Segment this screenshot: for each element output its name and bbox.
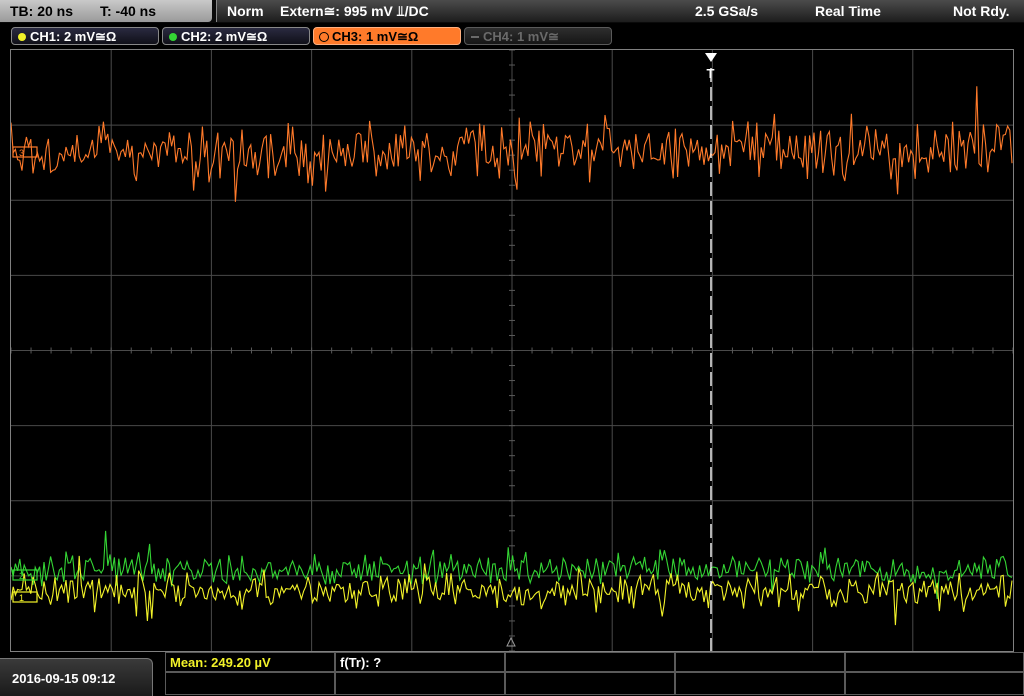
measurement-cell-empty[interactable] bbox=[505, 672, 675, 695]
waveform-display[interactable]: 3 2 1 T bbox=[10, 49, 1014, 652]
trigger-source-label[interactable]: Extern≅: 995 mV ⫫/DC bbox=[280, 3, 429, 20]
acquisition-mode-label[interactable]: Real Time bbox=[815, 3, 881, 19]
ch2-marker-text: 2 bbox=[19, 571, 24, 581]
tab-ch1[interactable]: CH1: 2 mV≅Ω bbox=[11, 27, 159, 45]
acquisition-status-label: Not Rdy. bbox=[953, 3, 1010, 19]
measurement-cell-mean[interactable]: Mean: 249.20 µV bbox=[165, 652, 335, 672]
ch1-marker-text: 1 bbox=[19, 593, 24, 603]
mean-measurement: Mean: 249.20 µV bbox=[170, 655, 271, 670]
frequency-measurement: f(Tr): ? bbox=[340, 655, 382, 670]
trigger-mode-label[interactable]: Norm bbox=[227, 3, 264, 19]
horizontal-reference-icon bbox=[506, 636, 516, 647]
ch4-label: CH4: 1 mV≅ bbox=[483, 29, 559, 44]
tab-ch2[interactable]: CH2: 2 mV≅Ω bbox=[162, 27, 310, 45]
ch2-label: CH2: 2 mV≅Ω bbox=[181, 29, 268, 44]
datetime-label: 2016-09-15 09:12 bbox=[12, 671, 116, 686]
status-bar: TB: 20 ns T: -40 ns Norm Extern≅: 995 mV… bbox=[0, 0, 1024, 23]
ch1-label: CH1: 2 mV≅Ω bbox=[30, 29, 117, 44]
ch3-indicator-icon bbox=[319, 32, 329, 42]
timebase-panel[interactable]: TB: 20 ns T: -40 ns bbox=[0, 0, 212, 22]
measurement-cell-empty[interactable] bbox=[505, 652, 675, 672]
ch1-indicator-icon bbox=[18, 33, 26, 41]
trigger-time-label[interactable]: T: -40 ns bbox=[100, 3, 156, 19]
measurement-cell-empty[interactable] bbox=[845, 652, 1024, 672]
trigger-panel[interactable]: Norm Extern≅: 995 mV ⫫/DC 2.5 GSa/s Real… bbox=[216, 0, 1024, 22]
ch2-indicator-icon bbox=[169, 33, 177, 41]
bottom-bar: 2016-09-15 09:12 Mean: 249.20 µV f(Tr): … bbox=[0, 652, 1024, 696]
tab-ch3[interactable]: CH3: 1 mV≅Ω bbox=[313, 27, 461, 45]
ch3-label: CH3: 1 mV≅Ω bbox=[332, 29, 419, 44]
measurement-cell-empty[interactable] bbox=[675, 652, 845, 672]
trigger-marker-text: T bbox=[707, 66, 715, 81]
measurement-cell-empty[interactable] bbox=[845, 672, 1024, 695]
sample-rate-label: 2.5 GSa/s bbox=[695, 3, 759, 19]
tab-ch4[interactable]: CH4: 1 mV≅ bbox=[464, 27, 612, 45]
timebase-label[interactable]: TB: 20 ns bbox=[10, 3, 73, 19]
waveform-canvas: 3 2 1 T bbox=[11, 50, 1013, 651]
ch1-offset-marker[interactable]: 1 bbox=[12, 591, 38, 603]
measurement-cell-empty[interactable] bbox=[165, 672, 335, 695]
measurement-cell-empty[interactable] bbox=[335, 672, 505, 695]
ch3-marker-text: 3 bbox=[19, 148, 24, 158]
measurement-table[interactable]: Mean: 249.20 µV f(Tr): ? bbox=[165, 652, 1024, 695]
trigger-position-marker[interactable]: T bbox=[705, 53, 717, 651]
datetime-box: 2016-09-15 09:12 bbox=[0, 658, 153, 696]
measurement-cell-frequency[interactable]: f(Tr): ? bbox=[335, 652, 505, 672]
ch4-disabled-icon bbox=[471, 36, 479, 38]
measurement-cell-empty[interactable] bbox=[675, 672, 845, 695]
